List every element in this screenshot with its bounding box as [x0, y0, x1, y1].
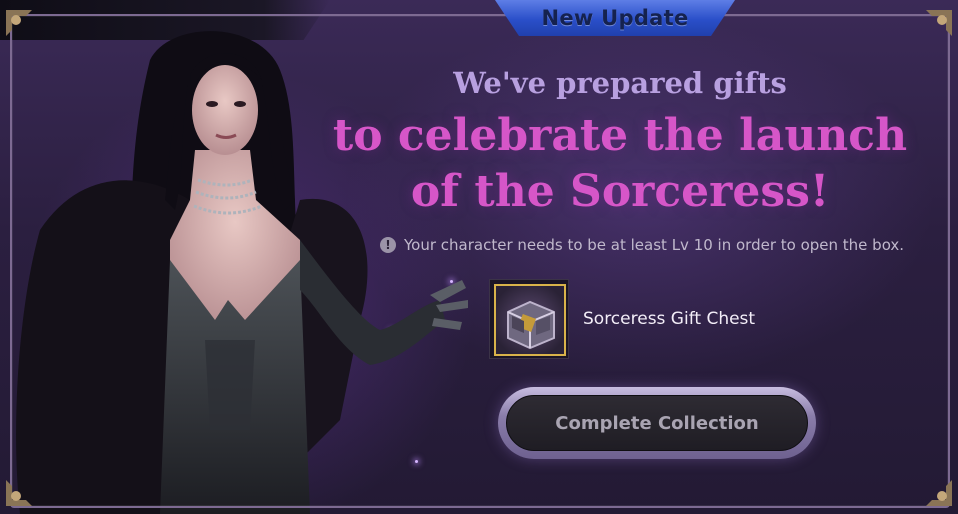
headline-line-2: to celebrate the launch	[332, 110, 908, 161]
complete-collection-label: Complete Collection	[555, 412, 759, 434]
complete-collection-button[interactable]: Complete Collection	[498, 387, 816, 459]
event-popup: New Update We've prepared gifts to celeb…	[0, 0, 958, 514]
notice-text: Your character needs to be at least Lv 1…	[404, 236, 905, 254]
tab-label: New Update	[541, 6, 689, 30]
headline-line-3: of the Sorceress!	[410, 166, 830, 217]
corner-ornament	[4, 8, 38, 42]
new-update-tab: New Update	[495, 0, 735, 36]
reward-item-slot[interactable]	[489, 279, 569, 359]
complete-collection-button-face[interactable]: Complete Collection	[506, 395, 808, 451]
gift-chest-icon	[494, 284, 566, 356]
exclamation-icon: !	[380, 237, 396, 253]
headline-title: to celebrate the launch of the Sorceress…	[330, 108, 910, 220]
corner-ornament	[920, 474, 954, 508]
corner-ornament	[4, 474, 38, 508]
reward-item-name: Sorceress Gift Chest	[583, 309, 756, 329]
headline-subtitle: We've prepared gifts	[453, 66, 787, 100]
corner-ornament	[920, 8, 954, 42]
level-requirement-notice: ! Your character needs to be at least Lv…	[380, 236, 904, 254]
